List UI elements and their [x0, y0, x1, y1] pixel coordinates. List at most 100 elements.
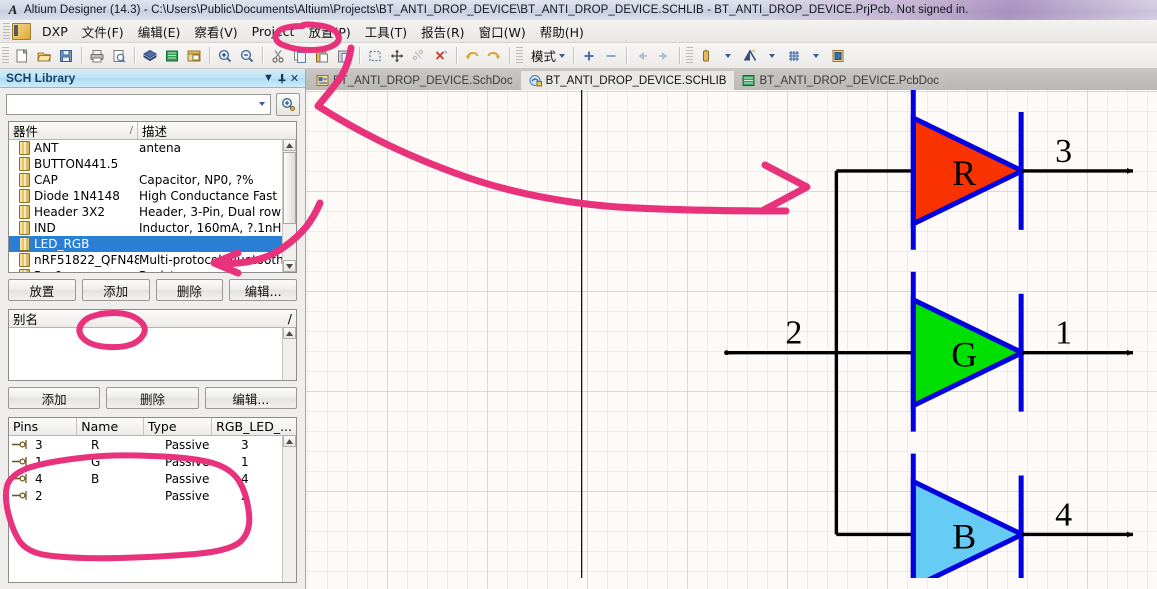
chevron-down-icon[interactable]	[254, 96, 270, 113]
chevron-down-icon[interactable]	[805, 45, 827, 66]
close-icon[interactable]: ✕	[288, 72, 301, 85]
copy-icon[interactable]	[289, 45, 311, 66]
scroll-up-button[interactable]	[283, 327, 296, 339]
document-tab-2[interactable]: BT_ANTI_DROP_DEVICE.SCHLIB	[520, 71, 735, 90]
pins-scrollbar[interactable]	[282, 435, 296, 582]
led-rgb-symbol[interactable]: 3 R 1 G 2 4 B	[306, 90, 1157, 579]
list-item[interactable]: IND Inductor, 160mA, ?.1nH	[9, 220, 296, 236]
menu-grip-handle[interactable]	[3, 23, 10, 39]
alias-list-body[interactable]	[9, 328, 296, 380]
alias-list[interactable]: 别名 /	[8, 309, 297, 381]
cut-icon[interactable]	[267, 45, 289, 66]
next-part-icon[interactable]	[653, 45, 675, 66]
grid-icon[interactable]	[783, 45, 805, 66]
scroll-down-button[interactable]	[283, 260, 296, 272]
column-header-name[interactable]: Name	[77, 418, 144, 435]
column-header-type[interactable]: Type	[144, 418, 213, 435]
chevron-down-icon[interactable]	[761, 45, 783, 66]
pcb-icon[interactable]	[161, 45, 183, 66]
menu-item-edit[interactable]: 编辑(E)	[131, 20, 188, 43]
window-icon[interactable]	[183, 45, 205, 66]
alias-add-button[interactable]: 添加	[8, 387, 101, 409]
redo-icon[interactable]	[483, 45, 505, 66]
scroll-thumb[interactable]	[283, 152, 296, 224]
zoom-out-icon[interactable]	[236, 45, 258, 66]
column-header-designator[interactable]: RGB_LED_...	[212, 418, 296, 435]
move-icon[interactable]	[386, 45, 408, 66]
delete-button[interactable]: 删除	[155, 279, 224, 301]
menu-item-tools[interactable]: 工具(T)	[358, 20, 414, 43]
components-scrollbar[interactable]	[282, 139, 296, 272]
menu-item-view[interactable]: 察看(V)	[187, 20, 244, 43]
print-preview-icon[interactable]	[108, 45, 130, 66]
menu-item-place[interactable]: 放置(P)	[301, 20, 357, 43]
components-list-body[interactable]: ANT antena BUTTON441.5 CAP Capacitor, NP0, ?…	[9, 140, 296, 272]
toolbar-grip-handle[interactable]	[516, 47, 523, 64]
column-header-device[interactable]: 器件 /	[9, 122, 138, 139]
alias-scrollbar[interactable]	[282, 327, 296, 380]
new-document-icon[interactable]	[11, 45, 33, 66]
pins-table[interactable]: Pins Name Type RGB_LED_... 3 R Passive 3 1 G P…	[8, 417, 297, 583]
menu-item-dxp[interactable]: DXP	[35, 22, 75, 41]
dxp-app-icon[interactable]	[12, 22, 31, 40]
mode-dropdown[interactable]: 模式	[527, 45, 569, 66]
menu-item-reports[interactable]: 报告(R)	[414, 20, 471, 43]
table-row[interactable]: 1 G Passive 1	[9, 453, 296, 470]
list-item[interactable]: Header 3X2 Header, 3-Pin, Dual row	[9, 204, 296, 220]
table-row[interactable]: 2 Passive 2	[9, 487, 296, 504]
menu-item-window[interactable]: 窗口(W)	[472, 20, 533, 43]
select-area-icon[interactable]	[364, 45, 386, 66]
toolbar-grip-handle[interactable]	[2, 47, 9, 64]
document-tab-3[interactable]: BT_ANTI_DROP_DEVICE.PcbDoc	[734, 71, 948, 90]
table-row[interactable]: 4 B Passive 4	[9, 470, 296, 487]
undo-icon[interactable]	[461, 45, 483, 66]
print-icon[interactable]	[86, 45, 108, 66]
remove-part-icon[interactable]	[600, 45, 622, 66]
alias-edit-button[interactable]: 编辑...	[204, 387, 297, 409]
menu-item-file[interactable]: 文件(F)	[75, 20, 131, 43]
list-item[interactable]: LED_RGB	[9, 236, 296, 252]
add-button[interactable]: 添加	[81, 279, 150, 301]
pin-icon[interactable]	[275, 72, 288, 85]
place-button[interactable]: 放置	[8, 279, 76, 301]
snippet-icon[interactable]	[827, 45, 849, 66]
list-item[interactable]: Res1 Resistor	[9, 268, 296, 272]
paste-special-icon[interactable]	[333, 45, 355, 66]
zoom-in-icon[interactable]	[214, 45, 236, 66]
scroll-up-button[interactable]	[283, 139, 296, 151]
menu-item-help[interactable]: 帮助(H)	[533, 20, 591, 43]
component-description: Capacitor, NP0, ?%	[139, 173, 254, 187]
save-icon[interactable]	[55, 45, 77, 66]
components-list[interactable]: 器件 / 描述 ANT antena BUTTON441.5 CAP Capacitor…	[8, 121, 297, 273]
chevron-down-icon[interactable]	[717, 45, 739, 66]
prev-part-icon[interactable]	[631, 45, 653, 66]
clear-filter-icon[interactable]	[408, 45, 430, 66]
schematic-canvas[interactable]: 3 R 1 G 2 4 B	[306, 90, 1157, 589]
paste-icon[interactable]	[311, 45, 333, 66]
toolbar-grip-handle[interactable]	[686, 47, 694, 64]
place-pin-icon[interactable]	[695, 45, 717, 66]
list-item[interactable]: Diode 1N4148 High Conductance Fast D	[9, 188, 296, 204]
document-tab-1[interactable]: BT_ANTI_DROP_DEVICE.SchDoc	[308, 71, 521, 90]
open-folder-icon[interactable]	[33, 45, 55, 66]
list-item[interactable]: nRF51822_QFN48_IMulti-protocol Bluetooth	[9, 252, 296, 268]
clear-cross-icon[interactable]	[430, 45, 452, 66]
list-item[interactable]: CAP Capacitor, NP0, ?%	[9, 172, 296, 188]
list-item[interactable]: ANT antena	[9, 140, 296, 156]
column-header-description[interactable]: 描述	[138, 122, 296, 139]
pins-table-body[interactable]: 3 R Passive 3 1 G Passive 1 4 B Passive 4 2 Passive 2	[9, 436, 296, 582]
add-part-icon[interactable]	[578, 45, 600, 66]
search-button[interactable]	[276, 92, 300, 116]
alias-delete-button[interactable]: 删除	[106, 387, 199, 409]
menu-item-project[interactable]: Project	[245, 22, 302, 41]
library-filter-combo[interactable]	[6, 93, 271, 115]
column-header-pins[interactable]: Pins	[9, 418, 78, 435]
table-row[interactable]: 3 R Passive 3	[9, 436, 296, 453]
board-icon[interactable]	[139, 45, 161, 66]
place-line-icon[interactable]	[739, 45, 761, 66]
chevron-down-icon[interactable]: ▼	[262, 72, 275, 85]
scroll-up-button[interactable]	[283, 435, 296, 447]
list-item[interactable]: BUTTON441.5	[9, 156, 296, 172]
column-header-alias[interactable]: 别名 /	[9, 310, 296, 327]
edit-button[interactable]: 编辑...	[229, 279, 297, 301]
